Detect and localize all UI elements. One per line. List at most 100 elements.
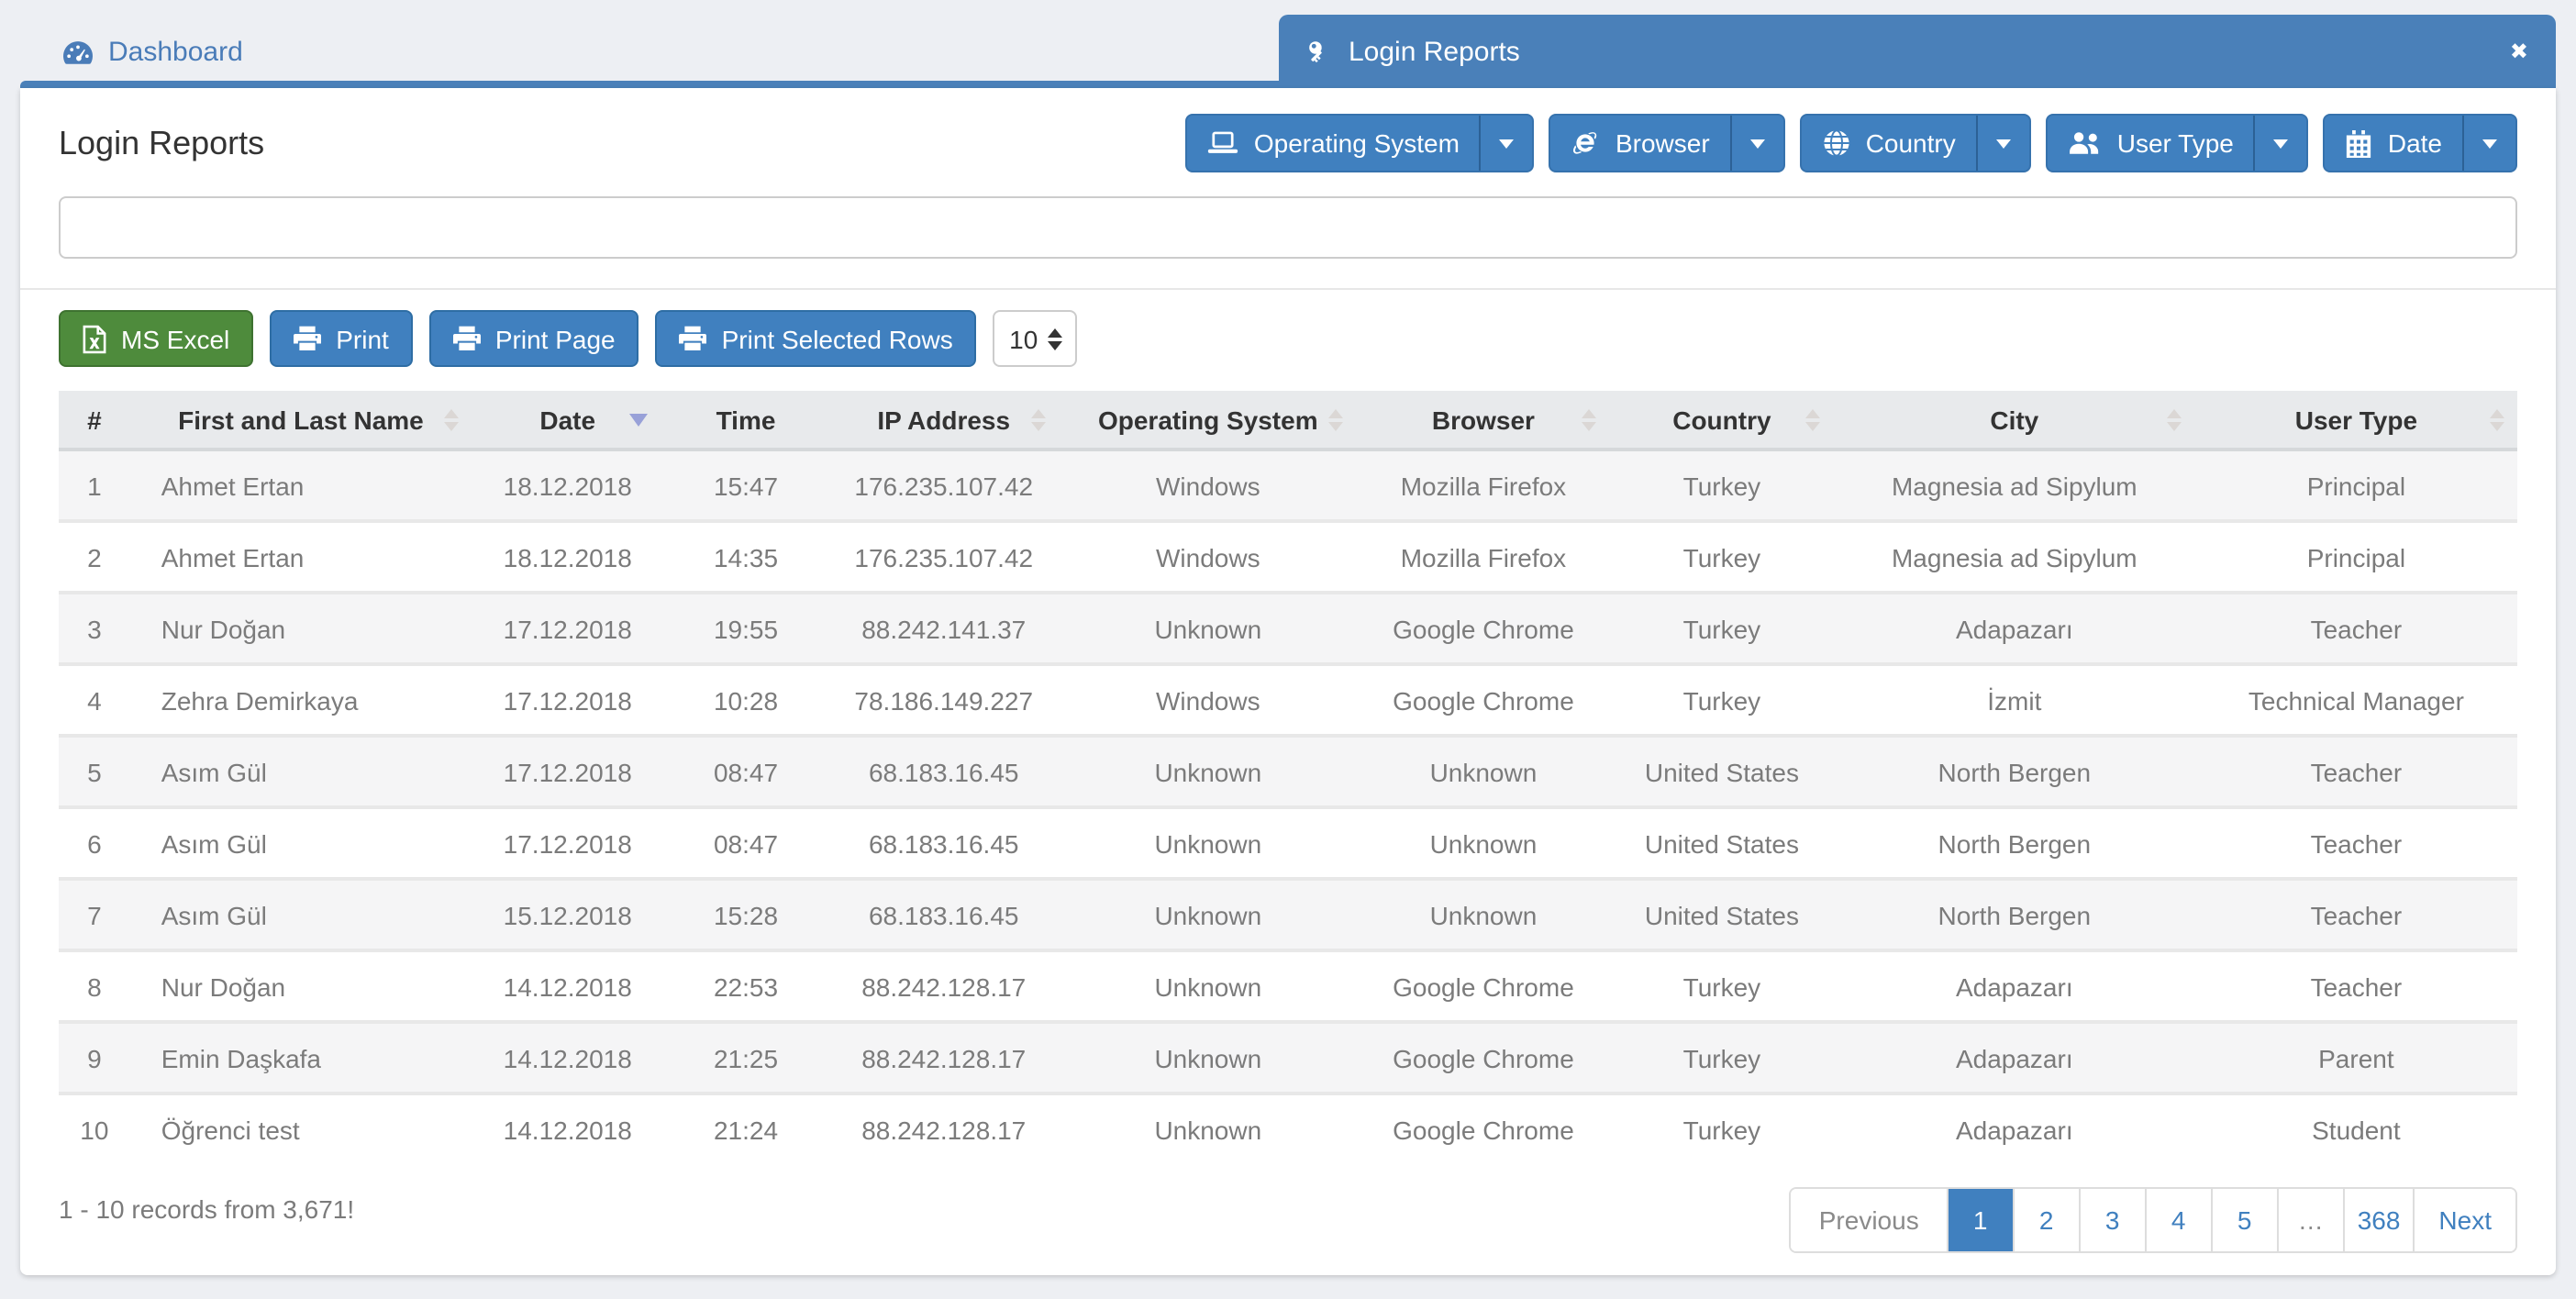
table-cell: Turkey [1610, 593, 1834, 664]
stepper-arrows-icon[interactable] [1047, 328, 1061, 350]
table-row[interactable]: 3Nur Doğan17.12.201819:5588.242.141.37Un… [59, 593, 2517, 664]
table-cell: Technical Manager [2195, 664, 2517, 736]
column-header-ip-address[interactable]: IP Address [828, 391, 1060, 450]
column-header-city[interactable]: City [1834, 391, 2195, 450]
column-label: Time [716, 405, 776, 434]
filter-date-caret[interactable] [2462, 116, 2515, 171]
table-cell: Turkey [1610, 1094, 1834, 1163]
table-row[interactable]: 6Asım Gül17.12.201808:4768.183.16.45Unkn… [59, 807, 2517, 879]
sort-icon [1806, 408, 1821, 430]
table-cell: 6 [59, 807, 130, 879]
page-item-previous[interactable]: Previous [1792, 1189, 1947, 1251]
tab-bar: Dashboard Login Reports ✖ [20, 0, 2556, 88]
filter-operating-system-button[interactable]: Operating System [1188, 116, 1480, 171]
tab-login-reports[interactable]: Login Reports ✖ [1279, 15, 2556, 88]
users-icon [2068, 130, 2103, 156]
table-row[interactable]: 9Emin Daşkafa14.12.201821:2588.242.128.1… [59, 1022, 2517, 1094]
page-size-stepper[interactable]: 10 [994, 310, 1078, 367]
search-input[interactable] [59, 196, 2517, 259]
filter-country-button[interactable]: Country [1802, 116, 1976, 171]
page-title: Login Reports [59, 124, 264, 162]
table-row[interactable]: 5Asım Gül17.12.201808:4768.183.16.45Unkn… [59, 736, 2517, 807]
table-cell: 4 [59, 664, 130, 736]
page-item-368[interactable]: 368 [2343, 1189, 2414, 1251]
page-item-4[interactable]: 4 [2145, 1189, 2211, 1251]
table-cell: 22:53 [663, 950, 828, 1022]
column-header-browser[interactable]: Browser [1357, 391, 1610, 450]
column-label: City [1990, 405, 2038, 434]
filter-country-caret[interactable] [1976, 116, 2029, 171]
filter-user-type-caret[interactable] [2254, 116, 2307, 171]
table-cell: Unknown [1060, 1022, 1357, 1094]
print-selected-rows-button[interactable]: Print Selected Rows [656, 310, 977, 367]
table-cell: Adapazarı [1834, 950, 2195, 1022]
filter-operating-system-caret[interactable] [1480, 116, 1533, 171]
column-header-operating-system[interactable]: Operating System [1060, 391, 1357, 450]
page-item-3[interactable]: 3 [2079, 1189, 2145, 1251]
table-row[interactable]: 10Öğrenci test14.12.201821:2488.242.128.… [59, 1094, 2517, 1163]
table-cell: 2 [59, 521, 130, 593]
table-cell: Mozilla Firefox [1357, 450, 1610, 521]
table-cell: Adapazarı [1834, 593, 2195, 664]
excel-file-icon [83, 324, 106, 353]
table-row[interactable]: 7Asım Gül15.12.201815:2868.183.16.45Unkn… [59, 879, 2517, 950]
table-cell: 17.12.2018 [472, 664, 663, 736]
printer-icon [680, 325, 707, 352]
pagination: Previous12345…368Next [1790, 1187, 2517, 1253]
table-cell: 08:47 [663, 736, 828, 807]
column-header-first-and-last-name[interactable]: First and Last Name [130, 391, 472, 450]
ms-excel-button[interactable]: MS Excel [59, 310, 253, 367]
filter-browser-caret[interactable] [1730, 116, 1783, 171]
print-button[interactable]: Print [270, 310, 413, 367]
table-cell: Windows [1060, 521, 1357, 593]
column-label: Country [1672, 405, 1771, 434]
close-icon[interactable]: ✖ [2510, 40, 2528, 62]
table-cell: Unknown [1357, 879, 1610, 950]
globe-icon [1822, 128, 1851, 158]
chevron-down-icon [1500, 139, 1515, 148]
page-item-2[interactable]: 2 [2013, 1189, 2079, 1251]
page-item-ellipsis[interactable]: … [2277, 1189, 2343, 1251]
table-cell: Ahmet Ertan [130, 521, 472, 593]
sort-desc-icon [628, 413, 647, 426]
table-cell: 3 [59, 593, 130, 664]
sort-icon [2168, 408, 2182, 430]
column-header-date[interactable]: Date [472, 391, 663, 450]
filter-user-type-button[interactable]: User Type [2048, 116, 2254, 171]
table-row[interactable]: 4Zehra Demirkaya17.12.201810:2878.186.14… [59, 664, 2517, 736]
table-cell: 14.12.2018 [472, 1022, 663, 1094]
table-cell: Magnesia ad Sipylum [1834, 521, 2195, 593]
table-cell: 9 [59, 1022, 130, 1094]
table-cell: Ahmet Ertan [130, 450, 472, 521]
table-cell: Nur Doğan [130, 593, 472, 664]
table-row[interactable]: 8Nur Doğan14.12.201822:5388.242.128.17Un… [59, 950, 2517, 1022]
table-cell: Parent [2195, 1022, 2517, 1094]
page-item-5[interactable]: 5 [2211, 1189, 2277, 1251]
chevron-down-icon [2482, 139, 2497, 148]
column-header-user-type[interactable]: User Type [2195, 391, 2517, 450]
table-cell: 14:35 [663, 521, 828, 593]
table-cell: Google Chrome [1357, 950, 1610, 1022]
table-cell: North Bergen [1834, 807, 2195, 879]
table-cell: Student [2195, 1094, 2517, 1163]
browser-icon [1571, 128, 1601, 158]
dashboard-icon [62, 38, 94, 65]
printer-icon [453, 325, 481, 352]
table-cell: Unknown [1060, 1094, 1357, 1163]
page-item-1[interactable]: 1 [1947, 1189, 2013, 1251]
table-cell: Teacher [2195, 807, 2517, 879]
filter-browser-button[interactable]: Browser [1551, 116, 1730, 171]
filter-date-button[interactable]: Date [2326, 116, 2462, 171]
table-cell: Asım Gül [130, 807, 472, 879]
print-page-button[interactable]: Print Page [429, 310, 639, 367]
column-header-country[interactable]: Country [1610, 391, 1834, 450]
tab-dashboard[interactable]: Dashboard [20, 15, 1279, 88]
table-cell: 15:47 [663, 450, 828, 521]
page-item-next[interactable]: Next [2413, 1189, 2515, 1251]
sort-icon [1582, 408, 1597, 430]
table-cell: Nur Doğan [130, 950, 472, 1022]
filter-user-type: User Type [2046, 114, 2309, 172]
table-row[interactable]: 2Ahmet Ertan18.12.201814:35176.235.107.4… [59, 521, 2517, 593]
chevron-down-icon [2274, 139, 2289, 148]
table-row[interactable]: 1Ahmet Ertan18.12.201815:47176.235.107.4… [59, 450, 2517, 521]
